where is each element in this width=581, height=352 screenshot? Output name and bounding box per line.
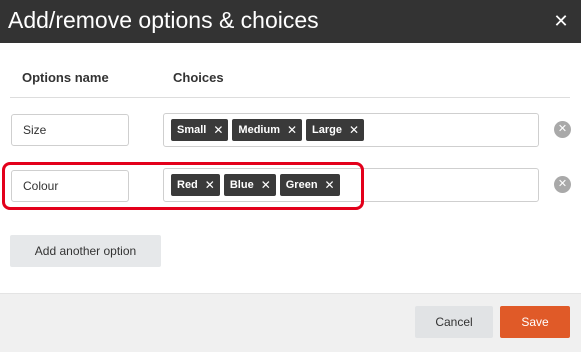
dialog-footer: Cancel Save: [0, 293, 581, 352]
add-another-option-button[interactable]: Add another option: [10, 235, 161, 267]
choice-tag: Medium ✕: [232, 119, 303, 141]
choice-tags: Small ✕ Medium ✕ Large ✕: [171, 119, 365, 141]
choice-tag-label: Small: [177, 124, 207, 136]
dialog-title: Add/remove options & choices: [8, 7, 319, 33]
options-dialog: Add/remove options & choices ✕ Options n…: [0, 0, 581, 352]
remove-tag-icon[interactable]: ✕: [349, 124, 359, 136]
choices-input[interactable]: Small ✕ Medium ✕ Large ✕: [163, 113, 539, 147]
option-name-input[interactable]: Size: [11, 114, 129, 146]
remove-tag-icon[interactable]: ✕: [213, 124, 223, 136]
choice-tag-label: Medium: [238, 124, 280, 136]
dialog-header: Add/remove options & choices ✕: [0, 0, 581, 43]
save-button[interactable]: Save: [500, 306, 570, 338]
column-header-options-name: Options name: [22, 70, 109, 85]
header-divider: [10, 97, 570, 98]
close-icon[interactable]: ✕: [551, 11, 571, 31]
choice-tag: Large ✕: [306, 119, 365, 141]
cancel-button[interactable]: Cancel: [415, 306, 493, 338]
highlight-annotation: [2, 162, 364, 210]
remove-option-icon[interactable]: ✕: [554, 176, 571, 193]
choice-tag: Small ✕: [171, 119, 229, 141]
column-header-choices: Choices: [173, 70, 224, 85]
remove-option-icon[interactable]: ✕: [554, 121, 571, 138]
choice-tag-label: Large: [312, 124, 343, 136]
remove-tag-icon[interactable]: ✕: [287, 124, 297, 136]
